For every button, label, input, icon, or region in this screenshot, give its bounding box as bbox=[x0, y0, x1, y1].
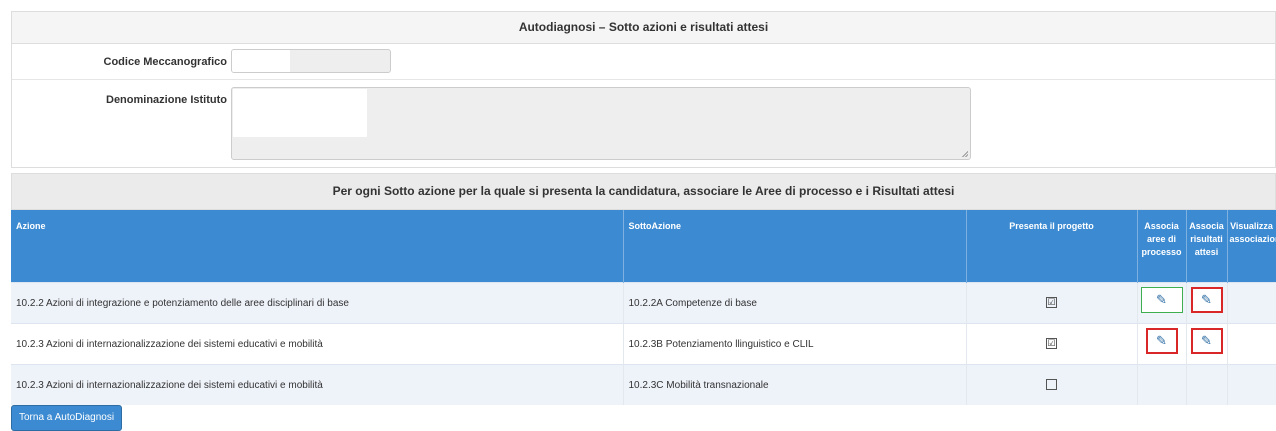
sottoazione-cell: 10.2.3C Mobilità transnazionale bbox=[623, 364, 967, 405]
codice-meccanografico-input[interactable] bbox=[231, 49, 391, 73]
col-associa-risultati: Associa risultati attesi bbox=[1186, 210, 1228, 283]
risultati-cell: ✎ bbox=[1186, 282, 1228, 324]
back-to-autodiagnosi-button[interactable]: Torna a AutoDiagnosi bbox=[11, 405, 123, 431]
aree-cell: ✎ bbox=[1137, 282, 1187, 324]
resize-grip-icon[interactable] bbox=[962, 151, 968, 157]
pencil-icon: ✎ bbox=[1201, 292, 1212, 307]
risultati-cell: ✎ bbox=[1186, 323, 1228, 365]
denominazione-row: Denominazione Istituto bbox=[12, 80, 1275, 167]
table-row: 10.2.3 Azioni di internazionalizzazione … bbox=[11, 323, 1276, 365]
table-header-row: Azione SottoAzione Presenta il progetto … bbox=[11, 210, 1276, 283]
denominazione-istituto-textarea[interactable] bbox=[231, 87, 971, 160]
presenta-checkbox[interactable] bbox=[1046, 379, 1057, 391]
risultati-cell bbox=[1186, 364, 1228, 405]
col-visualizza: Visualizza associazioni bbox=[1227, 210, 1276, 283]
azione-cell: 10.2.2 Azioni di integrazione e potenzia… bbox=[11, 282, 624, 324]
azione-cell: 10.2.3 Azioni di internazionalizzazione … bbox=[11, 364, 624, 405]
codice-label: Codice Meccanografico bbox=[103, 56, 227, 68]
aree-cell: ✎ bbox=[1137, 323, 1187, 365]
denominazione-label: Denominazione Istituto bbox=[106, 94, 227, 106]
aree-cell bbox=[1137, 364, 1187, 405]
pencil-icon: ✎ bbox=[1156, 333, 1167, 348]
visualizza-cell bbox=[1227, 364, 1276, 405]
table-row: 10.2.2 Azioni di integrazione e potenzia… bbox=[11, 282, 1276, 324]
sottoazione-cell: 10.2.3B Potenziamento llinguistico e CLI… bbox=[623, 323, 967, 365]
azione-cell: 10.2.3 Azioni di internazionalizzazione … bbox=[11, 323, 624, 365]
presenta-cell bbox=[966, 364, 1138, 405]
sottoazione-cell: 10.2.2A Competenze di base bbox=[623, 282, 967, 324]
edit-aree-button[interactable]: ✎ bbox=[1145, 328, 1178, 354]
edit-aree-button[interactable]: ✎ bbox=[1140, 287, 1183, 313]
edit-risultati-button[interactable]: ✎ bbox=[1190, 328, 1223, 354]
presenta-cell: ☑ bbox=[966, 282, 1138, 324]
presenta-checkbox[interactable]: ☑ bbox=[1046, 297, 1057, 309]
col-azione: Azione bbox=[11, 210, 624, 283]
main-panel: Autodiagnosi – Sotto azioni e risultati … bbox=[11, 11, 1276, 405]
sotto-azioni-table: Azione SottoAzione Presenta il progetto … bbox=[11, 210, 1276, 405]
edit-risultati-button[interactable]: ✎ bbox=[1190, 287, 1223, 313]
col-sottoazione: SottoAzione bbox=[623, 210, 967, 283]
pencil-icon: ✎ bbox=[1201, 333, 1212, 348]
school-info-form: Codice Meccanografico Denominazione Isti… bbox=[11, 44, 1276, 168]
col-associa-aree: Associa aree di processo bbox=[1137, 210, 1187, 283]
codice-row: Codice Meccanografico bbox=[12, 44, 1275, 80]
codice-value bbox=[232, 50, 290, 72]
col-presenta: Presenta il progetto bbox=[966, 210, 1138, 283]
visualizza-cell bbox=[1227, 323, 1276, 365]
section-title: Per ogni Sotto azione per la quale si pr… bbox=[11, 173, 1276, 210]
pencil-icon: ✎ bbox=[1156, 292, 1167, 307]
presenta-checkbox[interactable]: ☑ bbox=[1046, 338, 1057, 350]
denominazione-value bbox=[233, 89, 367, 137]
table-row: 10.2.3 Azioni di internazionalizzazione … bbox=[11, 364, 1276, 405]
visualizza-cell bbox=[1227, 282, 1276, 324]
page-title: Autodiagnosi – Sotto azioni e risultati … bbox=[11, 11, 1276, 44]
presenta-cell: ☑ bbox=[966, 323, 1138, 365]
